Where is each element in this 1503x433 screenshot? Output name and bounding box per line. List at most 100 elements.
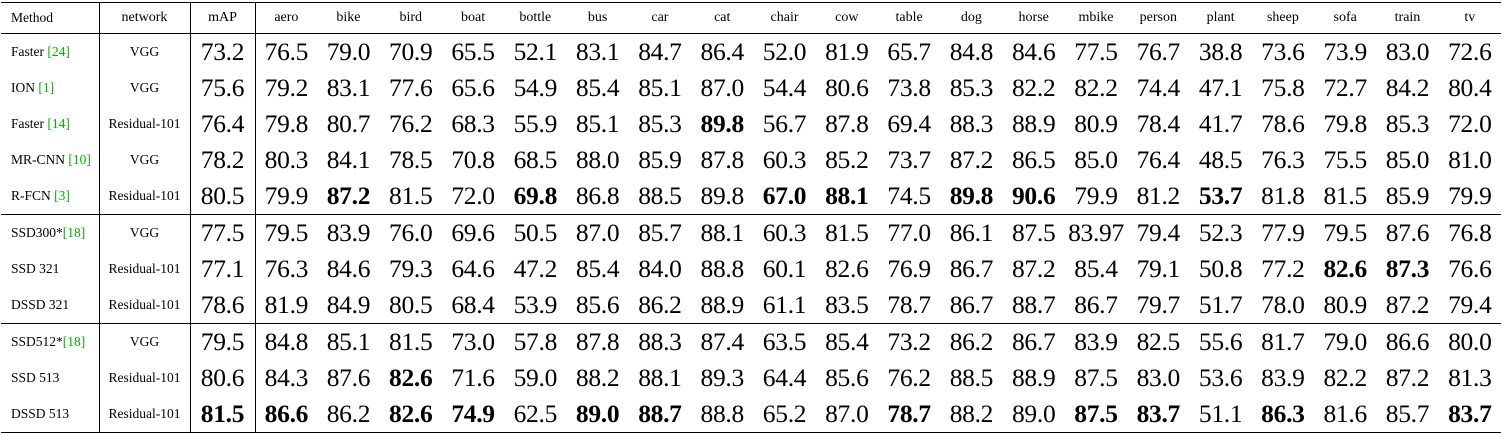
method-cell: ION [1] <box>1 70 100 106</box>
citation-link[interactable]: [14] <box>47 116 70 131</box>
value-cell-aero: 76.5 <box>264 37 309 66</box>
value-cell-plant: 55.6 <box>1189 323 1252 360</box>
value-cell-mbike: 79.9 <box>1074 181 1118 210</box>
network-cell: VGG <box>99 70 191 106</box>
value-cell-tv: 76.6 <box>1448 254 1492 283</box>
value-cell-bike: 83.9 <box>317 214 380 251</box>
table-row: Faster [14] Residual-101 76.4 79.8 80.7 76.2 6… <box>1 106 1501 142</box>
value-cell-bottle: 53.9 <box>513 290 558 319</box>
column-header-train: train <box>1394 10 1421 25</box>
value-cell-bike: 84.6 <box>326 254 371 283</box>
value-cell-tv: 80.4 <box>1448 73 1492 102</box>
method-name: DSSD 321 <box>11 297 70 312</box>
value-cell-table: 78.7 <box>887 290 931 319</box>
value-cell-bottle: 55.9 <box>513 109 558 138</box>
value-cell-cow: 87.0 <box>815 396 878 433</box>
value-cell-table: 74.5 <box>887 181 931 210</box>
column-header-map: mAP <box>190 2 256 34</box>
value-cell-chair: 54.4 <box>762 73 807 102</box>
value-cell-bike: 85.1 <box>317 323 380 360</box>
value-cell-mbike: 82.2 <box>1074 73 1118 102</box>
value-cell-mbike: 86.7 <box>1074 290 1118 319</box>
value-cell-mbike: 87.5 <box>1064 396 1128 433</box>
value-cell-bus: 85.4 <box>575 254 620 283</box>
value-cell-bird: 79.3 <box>389 254 433 283</box>
column-header-bird: bird <box>399 10 423 25</box>
value-cell-person: 79.7 <box>1136 290 1181 319</box>
value-cell-boat: 70.8 <box>451 145 495 174</box>
value-cell-car: 85.1 <box>638 73 682 102</box>
value-cell-chair: 52.0 <box>762 37 807 66</box>
method-name: Faster <box>11 44 44 59</box>
value-cell-horse: 88.9 <box>1011 363 1056 392</box>
value-cell-plant: 51.7 <box>1198 290 1243 319</box>
citation-link[interactable]: [24] <box>47 44 70 59</box>
value-cell-cat: 87.8 <box>700 145 745 174</box>
column-header-tv: tv <box>1464 10 1476 25</box>
value-cell-map: 78.2 <box>190 142 256 178</box>
value-cell-sofa: 81.5 <box>1323 181 1367 210</box>
value-cell-plant: 53.7 <box>1198 181 1243 210</box>
network-cell: VGG <box>99 323 191 360</box>
column-header-boat: boat <box>460 10 486 25</box>
column-header-bus: bus <box>587 10 608 25</box>
value-cell-bird: 82.6 <box>379 396 442 433</box>
value-cell-sofa: 81.6 <box>1314 396 1377 433</box>
value-cell-boat: 65.5 <box>451 37 495 66</box>
network-cell: Residual-101 <box>99 251 191 287</box>
value-cell-car: 88.3 <box>628 323 692 360</box>
column-header-sheep: sheep <box>1266 10 1299 25</box>
value-cell-dog: 87.2 <box>949 145 994 174</box>
value-cell-cow: 85.2 <box>825 145 869 174</box>
value-cell-chair: 63.5 <box>753 323 816 360</box>
value-cell-bike: 84.9 <box>326 290 371 319</box>
value-cell-bike: 86.2 <box>317 396 380 433</box>
value-cell-cow: 81.9 <box>825 37 869 66</box>
column-header-cow: cow <box>835 10 859 25</box>
value-cell-chair: 64.4 <box>762 363 807 392</box>
value-cell-sheep: 81.8 <box>1261 181 1305 210</box>
citation-link[interactable]: [10] <box>68 152 91 167</box>
value-cell-table: 76.9 <box>887 254 931 283</box>
value-cell-car: 88.5 <box>638 181 682 210</box>
value-cell-cow: 80.6 <box>825 73 869 102</box>
value-cell-cow: 83.5 <box>825 290 869 319</box>
network-cell: Residual-101 <box>99 396 191 433</box>
table-header: Method network mAP aero bike bird boat bottle bu… <box>1 2 1501 34</box>
citation-link[interactable]: [18] <box>63 334 86 349</box>
value-cell-mbike: 85.0 <box>1074 145 1118 174</box>
value-cell-cow: 81.5 <box>815 214 878 251</box>
value-cell-bird: 82.6 <box>389 363 433 392</box>
table-row: DSSD 321 Residual-101 78.6 81.9 84.9 80.5 68.4… <box>1 287 1501 324</box>
value-cell-sheep: 78.6 <box>1261 109 1305 138</box>
table-row: SSD512*[18] VGG 79.5 84.8 85.1 81.5 73.0 57.8 87… <box>1 323 1501 360</box>
value-cell-train: 86.6 <box>1376 323 1439 360</box>
value-cell-bird: 80.5 <box>389 290 433 319</box>
value-cell-mbike: 77.5 <box>1074 37 1118 66</box>
citation-link[interactable]: [18] <box>63 225 86 240</box>
value-cell-chair: 60.3 <box>762 145 807 174</box>
value-cell-cat: 87.4 <box>691 323 754 360</box>
column-header-cat: cat <box>714 10 731 25</box>
value-cell-person: 82.5 <box>1127 323 1190 360</box>
value-cell-sofa: 80.9 <box>1323 290 1367 319</box>
value-cell-plant: 41.7 <box>1198 109 1243 138</box>
column-header-bottle: bottle <box>519 10 552 25</box>
value-cell-boat: 72.0 <box>451 181 495 210</box>
table-body: Faster [24] VGG 73.2 76.5 79.0 70.9 65.5 52.1 83… <box>1 33 1501 433</box>
citation-link[interactable]: [3] <box>54 188 70 203</box>
value-cell-bike: 87.2 <box>326 181 371 210</box>
value-cell-cat: 88.8 <box>700 254 745 283</box>
value-cell-map: 73.2 <box>190 33 256 70</box>
method-cell: MR-CNN [10] <box>1 142 100 178</box>
citation-link[interactable]: [1] <box>38 80 54 95</box>
value-cell-bus: 87.8 <box>566 323 629 360</box>
value-cell-bus: 88.0 <box>575 145 620 174</box>
value-cell-tv: 80.0 <box>1438 323 1501 360</box>
value-cell-chair: 61.1 <box>762 290 807 319</box>
value-cell-cow: 85.4 <box>815 323 878 360</box>
method-name: SSD512* <box>11 334 63 349</box>
value-cell-bottle: 54.9 <box>513 73 558 102</box>
value-cell-table: 78.7 <box>877 396 941 433</box>
value-cell-bird: 76.2 <box>389 109 433 138</box>
